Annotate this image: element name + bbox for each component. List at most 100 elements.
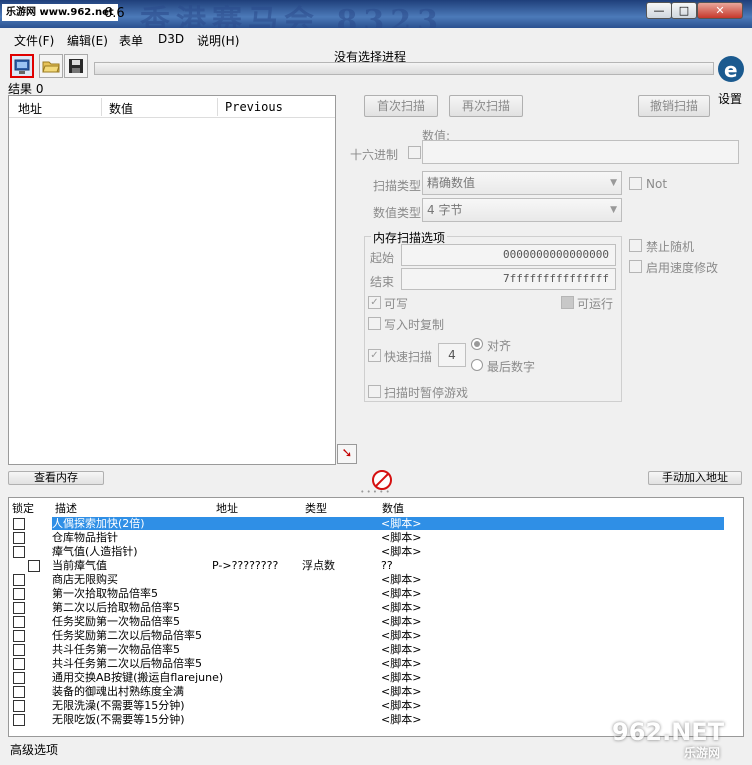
scan-result-list[interactable]: 地址 数值 Previous — [8, 95, 336, 465]
cell-value: <脚本> — [381, 615, 422, 628]
menu-file[interactable]: 文件(F) — [14, 32, 54, 49]
cell-value: <脚本> — [381, 643, 422, 656]
menu-help[interactable]: 说明(H) — [197, 32, 239, 49]
table-row[interactable]: 第一次拾取物品倍率5 <脚本> — [9, 587, 743, 601]
title-banner: 香港赛马会 8323 — [140, 4, 444, 28]
app-version: 6.6 — [104, 6, 125, 21]
svg-text:e: e — [724, 58, 738, 82]
scan-type-select[interactable]: 精确数值 ▼ — [422, 171, 622, 195]
cheat-table[interactable]: 锁定 描述 地址 类型 数值 人偶探索加快(2倍) <脚本> 仓库物品指针 <脚本> 瘴… — [8, 497, 744, 737]
table-row[interactable]: 通用交换AB按键(搬运自flarejune) <脚本> — [9, 671, 743, 685]
stop-icon[interactable] — [372, 470, 392, 490]
fast-scan-input[interactable]: 4 — [438, 343, 466, 367]
col-address[interactable]: 地址 — [216, 500, 238, 516]
view-memory-button[interactable]: 查看内存 — [8, 471, 104, 485]
col-value[interactable]: 数值 — [382, 500, 404, 516]
last-digits-radio[interactable] — [471, 359, 483, 371]
col-active[interactable]: 锁定 — [12, 500, 34, 516]
save-button[interactable] — [64, 54, 88, 78]
cell-description: 共斗任务第一次物品倍率5 — [52, 643, 180, 656]
table-row[interactable]: 当前瘴气值 P->???????? 浮点数?? — [9, 559, 743, 573]
table-row[interactable]: 瘴气值(人造指针) <脚本> — [9, 545, 743, 559]
table-row[interactable]: 共斗任务第二次以后物品倍率5 <脚本> — [9, 657, 743, 671]
maximize-button[interactable]: □ — [671, 2, 697, 19]
align-radio[interactable] — [471, 338, 483, 350]
cell-value: <脚本> — [381, 671, 422, 684]
settings-label[interactable]: 设置 — [718, 90, 742, 107]
writable-checkbox[interactable]: ✓ — [368, 296, 381, 309]
open-file-button[interactable] — [39, 54, 63, 78]
minimize-button[interactable]: — — [646, 2, 672, 19]
active-checkbox[interactable] — [13, 700, 25, 712]
active-checkbox[interactable] — [13, 686, 25, 698]
active-checkbox[interactable] — [13, 658, 25, 670]
active-checkbox[interactable] — [13, 714, 25, 726]
next-scan-button[interactable]: 再次扫描 — [449, 95, 523, 117]
not-checkbox[interactable] — [629, 177, 642, 190]
active-checkbox[interactable] — [13, 630, 25, 642]
active-checkbox[interactable] — [13, 644, 25, 656]
menu-table[interactable]: 表单 — [119, 32, 143, 49]
col-value[interactable]: 数值 — [109, 100, 133, 117]
speedhack-label: 启用速度修改 — [646, 261, 719, 275]
floppy-disk-icon — [69, 59, 83, 73]
menu-edit[interactable]: 编辑(E) — [67, 32, 108, 49]
start-address-input[interactable]: 0000000000000000 — [401, 244, 616, 266]
active-checkbox[interactable] — [13, 588, 25, 600]
cell-description: 共斗任务第二次以后物品倍率5 — [52, 657, 202, 670]
table-row[interactable]: 装备的御魂出村熟练度全满 <脚本> — [9, 685, 743, 699]
manual-add-address-button[interactable]: 手动加入地址 — [648, 471, 742, 485]
active-checkbox[interactable] — [13, 546, 25, 558]
open-process-button[interactable] — [10, 54, 34, 78]
table-row[interactable]: 任务奖励第二次以后物品倍率5 <脚本> — [9, 629, 743, 643]
fast-scan-checkbox[interactable]: ✓ — [368, 349, 381, 362]
active-checkbox[interactable] — [13, 574, 25, 586]
table-row[interactable]: 第二次以后拾取物品倍率5 <脚本> — [9, 601, 743, 615]
active-checkbox[interactable] — [28, 560, 40, 572]
table-row[interactable]: 任务奖励第一次物品倍率5 <脚本> — [9, 615, 743, 629]
end-address-input[interactable]: 7fffffffffffffff — [401, 268, 616, 290]
hex-label: 十六进制 — [350, 148, 399, 162]
disable-random-checkbox[interactable] — [629, 239, 642, 252]
col-type[interactable]: 类型 — [305, 500, 327, 516]
writable-label: 可写 — [384, 297, 409, 311]
cell-value: <脚本> — [381, 629, 422, 642]
active-checkbox[interactable] — [13, 602, 25, 614]
first-scan-button[interactable]: 首次扫描 — [364, 95, 438, 117]
col-address[interactable]: 地址 — [18, 100, 42, 117]
scan-progress-bar — [94, 62, 714, 75]
cell-value: <脚本> — [381, 699, 422, 712]
value-type-select[interactable]: 4 字节 ▼ — [422, 198, 622, 222]
folder-open-icon — [42, 61, 60, 73]
cheat-engine-logo-icon[interactable]: e — [716, 52, 746, 86]
cell-description: 无限吃饭(不需要等15分钟) — [52, 713, 185, 726]
cell-value: <脚本> — [381, 657, 422, 670]
table-row[interactable]: 人偶探索加快(2倍) <脚本> — [9, 517, 743, 531]
table-row[interactable]: 仓库物品指针 <脚本> — [9, 531, 743, 545]
cell-value: <脚本> — [381, 713, 422, 726]
hex-checkbox[interactable] — [408, 146, 421, 159]
active-checkbox[interactable] — [13, 518, 25, 530]
table-row[interactable]: 共斗任务第一次物品倍率5 <脚本> — [9, 643, 743, 657]
scan-list-header: 地址 数值 Previous — [9, 96, 335, 118]
table-row[interactable]: 商店无限购买 <脚本> — [9, 573, 743, 587]
col-previous[interactable]: Previous — [225, 100, 283, 114]
value-input[interactable] — [422, 140, 739, 164]
chevron-down-icon: ▼ — [610, 178, 617, 188]
table-row[interactable]: 无限洗澡(不需要等15分钟) <脚本> — [9, 699, 743, 713]
active-checkbox[interactable] — [13, 672, 25, 684]
pause-game-checkbox[interactable] — [368, 385, 381, 398]
add-to-list-arrow-icon[interactable]: ➘ — [337, 444, 357, 464]
advanced-options-label[interactable]: 高级选项 — [10, 741, 58, 758]
active-checkbox[interactable] — [13, 532, 25, 544]
menu-d3d[interactable]: D3D — [158, 32, 184, 46]
scan-type-label: 扫描类型 — [373, 179, 422, 193]
executable-checkbox[interactable] — [561, 296, 574, 309]
undo-scan-button[interactable]: 撤销扫描 — [638, 95, 710, 117]
col-description[interactable]: 描述 — [55, 500, 77, 516]
splitter-handle[interactable]: • • • • • — [360, 489, 390, 496]
active-checkbox[interactable] — [13, 616, 25, 628]
close-button[interactable]: ✕ — [697, 2, 743, 19]
copy-on-write-checkbox[interactable] — [368, 317, 381, 330]
speedhack-checkbox[interactable] — [629, 260, 642, 273]
